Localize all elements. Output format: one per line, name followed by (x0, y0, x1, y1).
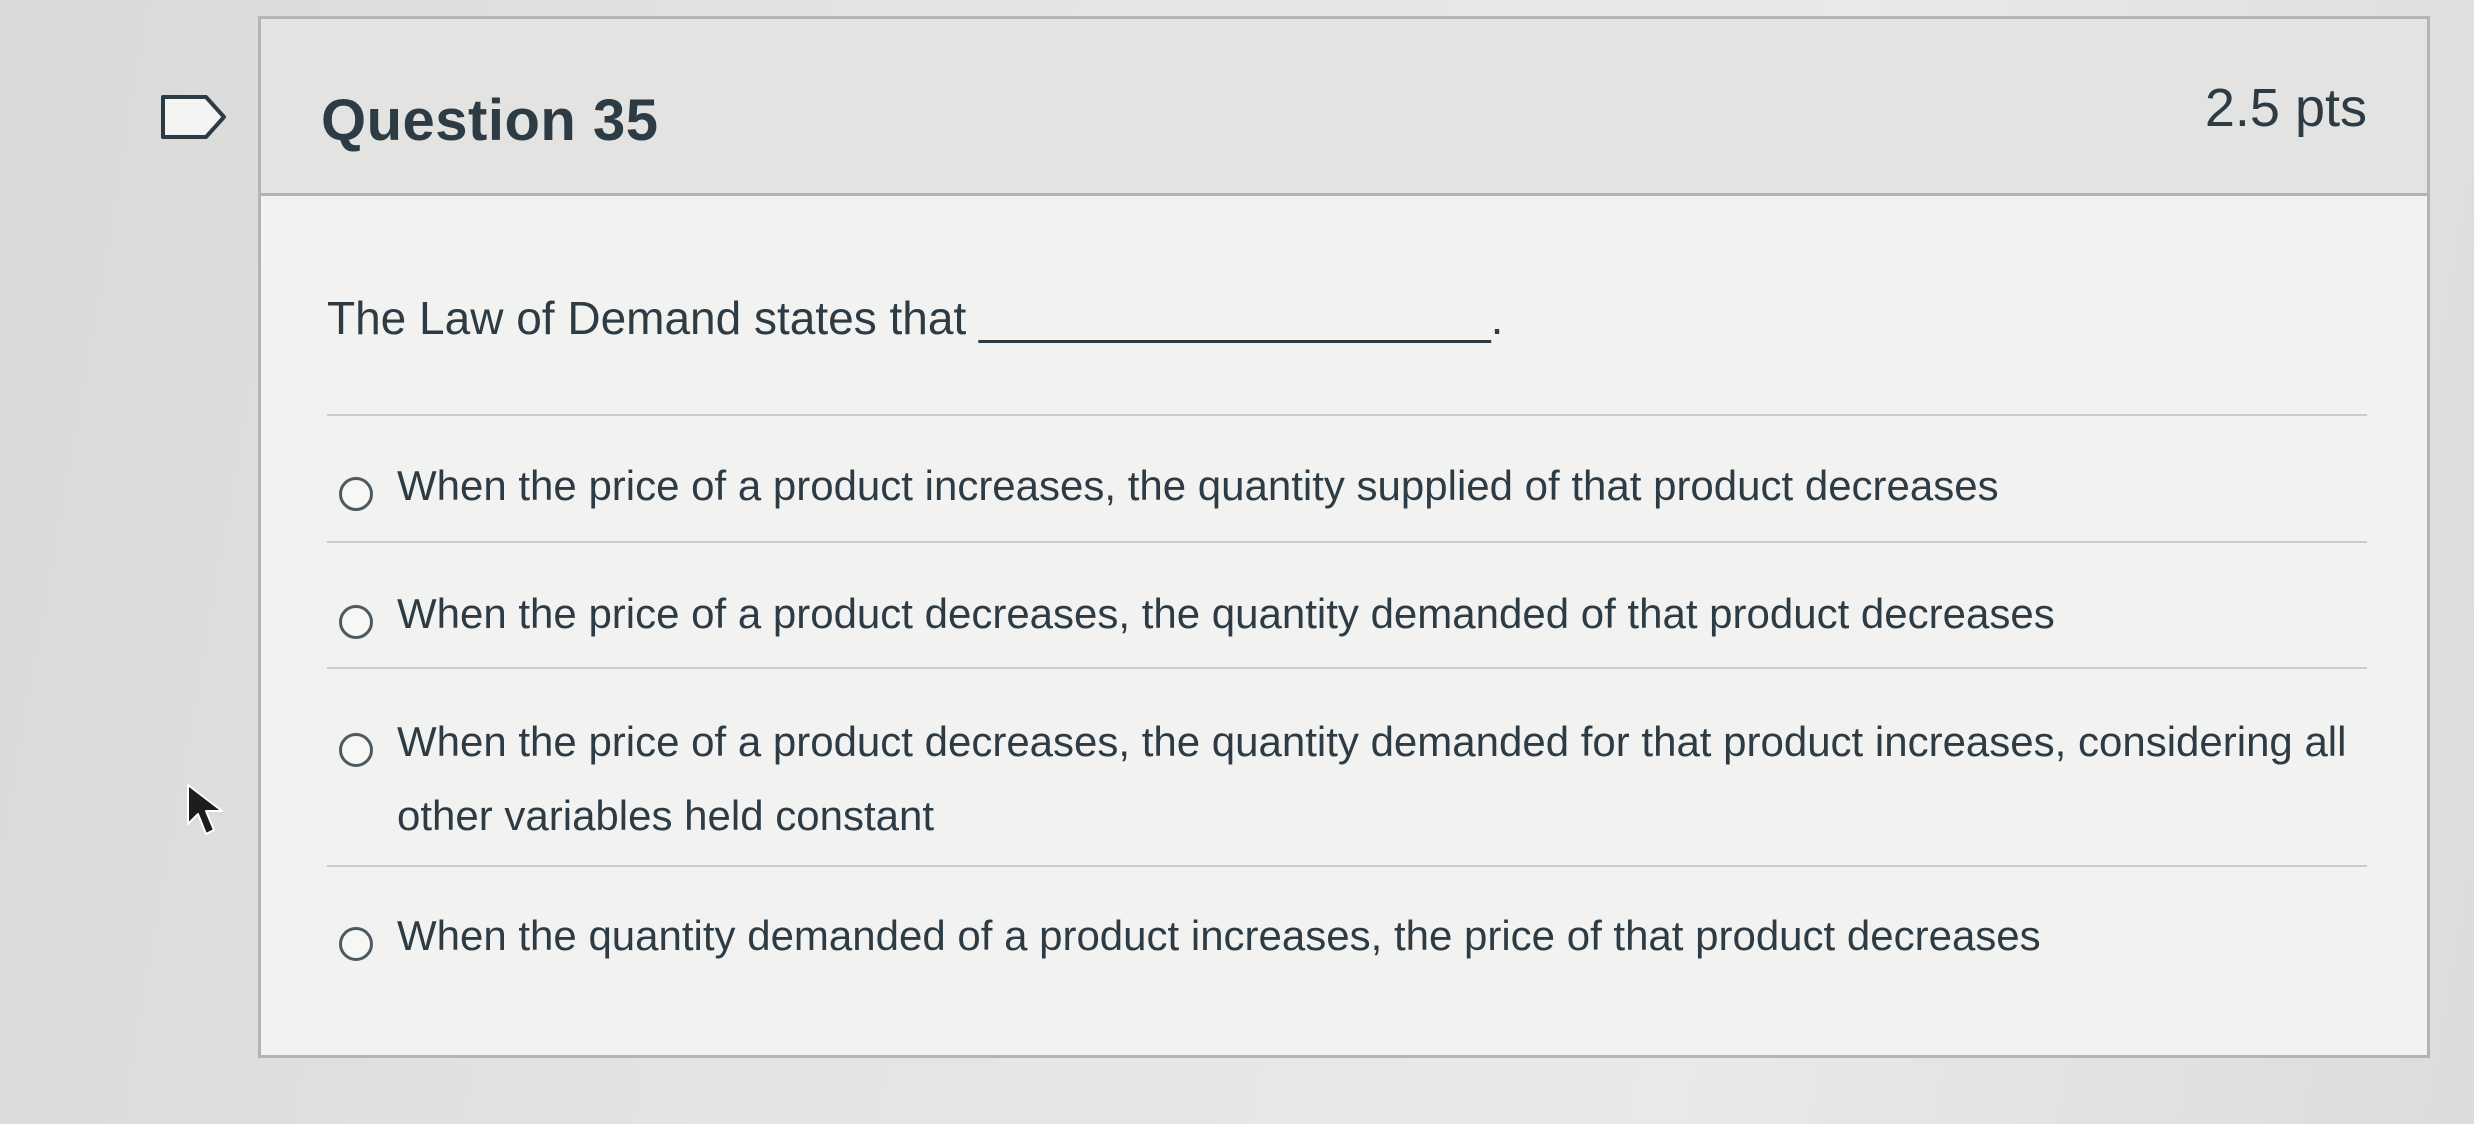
radio-button-icon[interactable] (339, 927, 373, 961)
flag-question-icon[interactable] (158, 92, 230, 142)
answer-option-2[interactable]: When the price of a product decreases, t… (339, 590, 2347, 651)
answer-divider (327, 865, 2367, 867)
answer-option-4[interactable]: When the quantity demanded of a product … (339, 912, 2347, 973)
radio-button-icon[interactable] (339, 477, 373, 511)
question-points: 2.5 pts (2204, 78, 2367, 138)
answer-option-label[interactable]: When the price of a product increases, t… (397, 449, 1999, 523)
answer-option-label[interactable]: When the price of a product decreases, t… (397, 577, 2055, 651)
answer-divider (327, 667, 2367, 669)
answer-option-label[interactable]: When the quantity demanded of a product … (397, 899, 2041, 973)
answer-option-1[interactable]: When the price of a product increases, t… (339, 462, 2347, 523)
answer-divider (327, 414, 2367, 416)
answer-divider (327, 541, 2367, 543)
question-card: Question 35 2.5 pts The Law of Demand st… (258, 16, 2430, 1058)
answer-option-3[interactable]: When the price of a product decreases, t… (339, 718, 2347, 853)
radio-button-icon[interactable] (339, 605, 373, 639)
question-text: The Law of Demand states that __________… (327, 292, 1504, 344)
question-title: Question 35 (321, 88, 659, 153)
radio-button-icon[interactable] (339, 733, 373, 767)
answer-option-label[interactable]: When the price of a product decreases, t… (397, 705, 2347, 853)
question-header: Question 35 2.5 pts (261, 19, 2427, 196)
mouse-pointer-icon (187, 784, 223, 835)
